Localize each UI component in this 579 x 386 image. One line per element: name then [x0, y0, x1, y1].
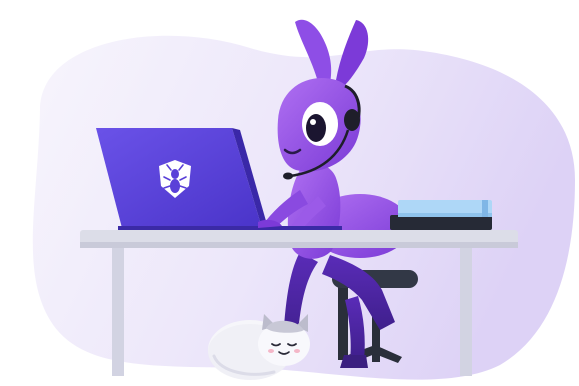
illustration-scene — [0, 0, 579, 386]
books — [390, 200, 492, 230]
support-illustration — [32, 19, 576, 380]
ant-eye — [302, 102, 338, 146]
